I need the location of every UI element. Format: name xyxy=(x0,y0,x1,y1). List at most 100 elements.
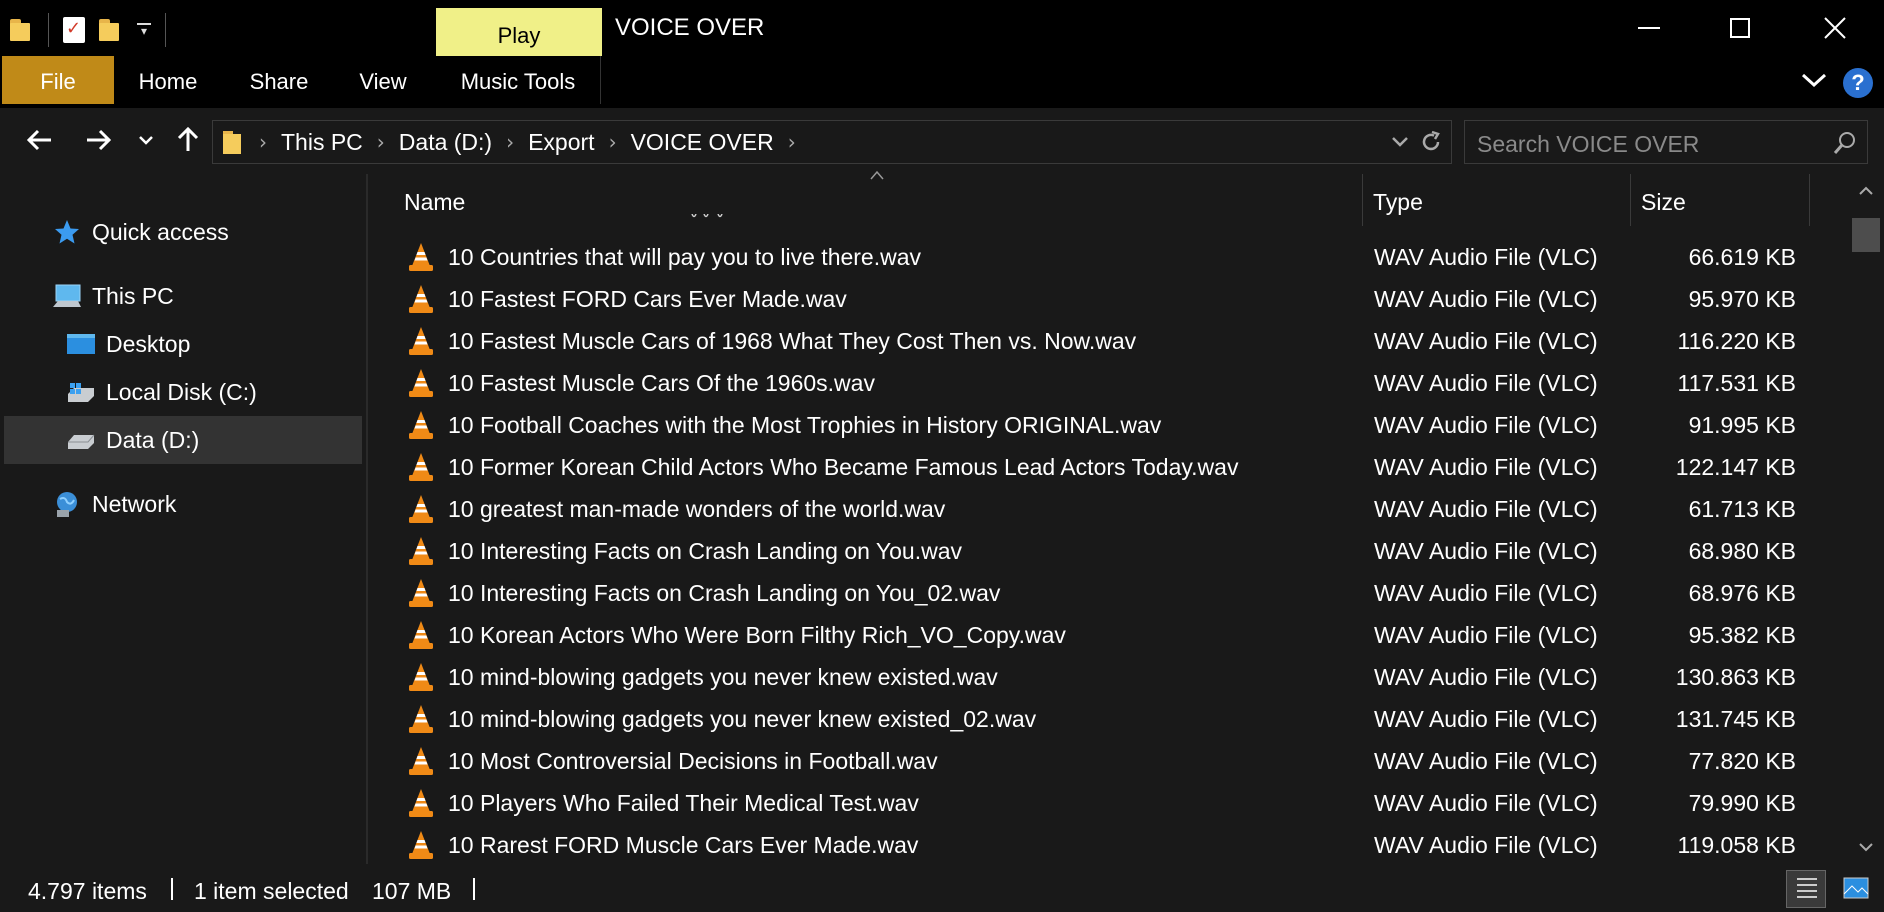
sidebar-item-this-pc[interactable]: This PC xyxy=(52,272,174,320)
file-name[interactable]: 10 Interesting Facts on Crash Landing on… xyxy=(448,580,1000,607)
breadcrumb-this-pc[interactable]: This PC xyxy=(281,129,363,156)
file-name[interactable]: 10 Football Coaches with the Most Trophi… xyxy=(448,412,1161,439)
scroll-down-arrow-icon[interactable] xyxy=(1856,840,1876,854)
table-row[interactable]: 10 Football Coaches with the Most Trophi… xyxy=(368,404,1846,446)
large-icons-view-button[interactable] xyxy=(1836,870,1876,908)
file-name[interactable]: 10 Korean Actors Who Were Born Filthy Ri… xyxy=(448,622,1066,649)
minimize-icon xyxy=(1638,27,1660,29)
table-row[interactable]: 10 mind-blowing gadgets you never knew e… xyxy=(368,698,1846,740)
file-type: WAV Audio File (VLC) xyxy=(1374,832,1598,858)
details-view-button[interactable] xyxy=(1786,870,1826,908)
breadcrumb-data-d[interactable]: Data (D:) xyxy=(399,129,492,156)
table-row[interactable]: 10 Most Controversial Decisions in Footb… xyxy=(368,740,1846,782)
file-name[interactable]: 10 Players Who Failed Their Medical Test… xyxy=(448,790,919,817)
scrollbar-thumb[interactable] xyxy=(1852,218,1880,252)
tab-home[interactable]: Home xyxy=(128,56,208,104)
table-row[interactable]: 10 Former Korean Child Actors Who Became… xyxy=(368,446,1846,488)
column-header-type[interactable]: Type xyxy=(1362,174,1632,226)
breadcrumb-chevron-icon[interactable]: › xyxy=(377,130,385,154)
breadcrumb-chevron-icon[interactable]: › xyxy=(506,130,514,154)
properties-icon[interactable] xyxy=(63,17,85,43)
tab-play[interactable]: Play xyxy=(436,8,602,56)
new-folder-icon[interactable] xyxy=(99,19,123,41)
sidebar-item-desktop[interactable]: Desktop xyxy=(66,320,190,368)
file-name[interactable]: 10 Fastest FORD Cars Ever Made.wav xyxy=(448,286,847,313)
table-row[interactable]: 10 Fastest Muscle Cars of 1968 What They… xyxy=(368,320,1846,362)
address-history-chevron-icon[interactable] xyxy=(1391,136,1409,148)
refresh-icon[interactable] xyxy=(1419,130,1443,154)
tab-share[interactable]: Share xyxy=(240,56,318,104)
file-name[interactable]: 10 Most Controversial Decisions in Footb… xyxy=(448,748,938,775)
close-button[interactable] xyxy=(1790,0,1880,56)
vlc-file-icon xyxy=(408,578,434,608)
minimize-button[interactable] xyxy=(1604,0,1694,56)
table-row[interactable]: 10 Korean Actors Who Were Born Filthy Ri… xyxy=(368,614,1846,656)
forward-button[interactable] xyxy=(80,120,116,160)
file-size: 131.745 KB xyxy=(1675,706,1796,732)
up-button[interactable] xyxy=(170,120,206,160)
file-type: WAV Audio File (VLC) xyxy=(1374,706,1598,732)
address-bar[interactable]: › This PC › Data (D:) › Export › VOICE O… xyxy=(212,120,1452,164)
sidebar-item-network[interactable]: Network xyxy=(52,480,176,528)
file-type: WAV Audio File (VLC) xyxy=(1374,244,1598,270)
sidebar-item-quick-access[interactable]: Quick access xyxy=(52,208,229,256)
scroll-up-arrow-icon[interactable] xyxy=(1856,184,1876,198)
maximize-icon xyxy=(1730,18,1750,38)
table-row[interactable]: 10 mind-blowing gadgets you never knew e… xyxy=(368,656,1846,698)
file-name[interactable]: 10 Interesting Facts on Crash Landing on… xyxy=(448,538,962,565)
sidebar-item-local-disk-c[interactable]: Local Disk (C:) xyxy=(66,368,257,416)
breadcrumb-voice-over[interactable]: VOICE OVER xyxy=(631,129,774,156)
search-input[interactable]: Search VOICE OVER xyxy=(1477,131,1699,158)
customize-toolbar-dropdown-icon[interactable]: ▾ xyxy=(137,23,151,37)
table-row[interactable]: 10 Countries that will pay you to live t… xyxy=(368,236,1846,278)
vlc-file-icon xyxy=(408,284,434,314)
file-name[interactable]: 10 Countries that will pay you to live t… xyxy=(448,244,921,271)
chevron-down-icon xyxy=(139,136,153,145)
file-size: 77.820 KB xyxy=(1688,748,1796,774)
table-row[interactable]: 10 greatest man-made wonders of the worl… xyxy=(368,488,1846,530)
table-row[interactable]: 10 Players Who Failed Their Medical Test… xyxy=(368,782,1846,824)
breadcrumb-chevron-icon[interactable]: › xyxy=(609,130,617,154)
table-row[interactable]: 10 Fastest FORD Cars Ever Made.wav WAV Au… xyxy=(368,278,1846,320)
tab-music-tools[interactable]: Music Tools xyxy=(450,56,586,104)
vlc-file-icon xyxy=(408,536,434,566)
breadcrumb-export[interactable]: Export xyxy=(528,129,594,156)
column-header: Name Type Size xyxy=(368,174,1846,226)
table-row[interactable]: 10 Fastest Muscle Cars Of the 1960s.wav W… xyxy=(368,362,1846,404)
file-name[interactable]: 10 greatest man-made wonders of the worl… xyxy=(448,496,945,523)
breadcrumb-chevron-icon[interactable]: › xyxy=(259,130,267,154)
column-header-name[interactable]: Name xyxy=(394,174,1190,226)
toolbar-divider xyxy=(165,13,166,47)
toolbar-divider xyxy=(48,13,49,47)
file-type: WAV Audio File (VLC) xyxy=(1374,748,1598,774)
file-name[interactable]: 10 Fastest Muscle Cars of 1968 What They… xyxy=(448,328,1136,355)
vertical-scrollbar[interactable] xyxy=(1848,174,1884,864)
search-icon[interactable] xyxy=(1833,131,1857,155)
maximize-button[interactable] xyxy=(1695,0,1785,56)
file-type: WAV Audio File (VLC) xyxy=(1374,790,1598,816)
table-row[interactable]: 10 Rarest FORD Muscle Cars Ever Made.wav… xyxy=(368,824,1846,866)
sidebar-item-label: This PC xyxy=(92,282,174,309)
network-icon xyxy=(52,490,82,518)
tab-view[interactable]: View xyxy=(346,56,420,104)
back-button[interactable] xyxy=(22,120,58,160)
file-name[interactable]: 10 mind-blowing gadgets you never knew e… xyxy=(448,706,1036,733)
file-name[interactable]: 10 Former Korean Child Actors Who Became… xyxy=(448,454,1238,481)
breadcrumb-chevron-icon[interactable]: › xyxy=(788,130,796,154)
help-button[interactable]: ? xyxy=(1843,68,1873,98)
expand-ribbon-chevron-icon[interactable] xyxy=(1800,66,1828,94)
file-name[interactable]: 10 Rarest FORD Muscle Cars Ever Made.wav xyxy=(448,832,918,859)
sidebar-item-data-d[interactable]: Data (D:) xyxy=(4,416,362,464)
vlc-file-icon xyxy=(408,452,434,482)
recent-locations-button[interactable] xyxy=(128,120,164,160)
desktop-icon xyxy=(66,330,96,358)
navigation-pane: Quick access This PC Desktop Local Disk … xyxy=(0,174,368,864)
tab-file[interactable]: File xyxy=(2,56,114,104)
vlc-file-icon xyxy=(408,368,434,398)
file-name[interactable]: 10 mind-blowing gadgets you never knew e… xyxy=(448,664,998,691)
table-row[interactable]: 10 Interesting Facts on Crash Landing on… xyxy=(368,530,1846,572)
search-box[interactable]: Search VOICE OVER xyxy=(1464,120,1868,164)
file-name[interactable]: 10 Fastest Muscle Cars Of the 1960s.wav xyxy=(448,370,875,397)
table-row[interactable]: 10 Interesting Facts on Crash Landing on… xyxy=(368,572,1846,614)
column-header-size[interactable]: Size xyxy=(1630,174,1810,226)
